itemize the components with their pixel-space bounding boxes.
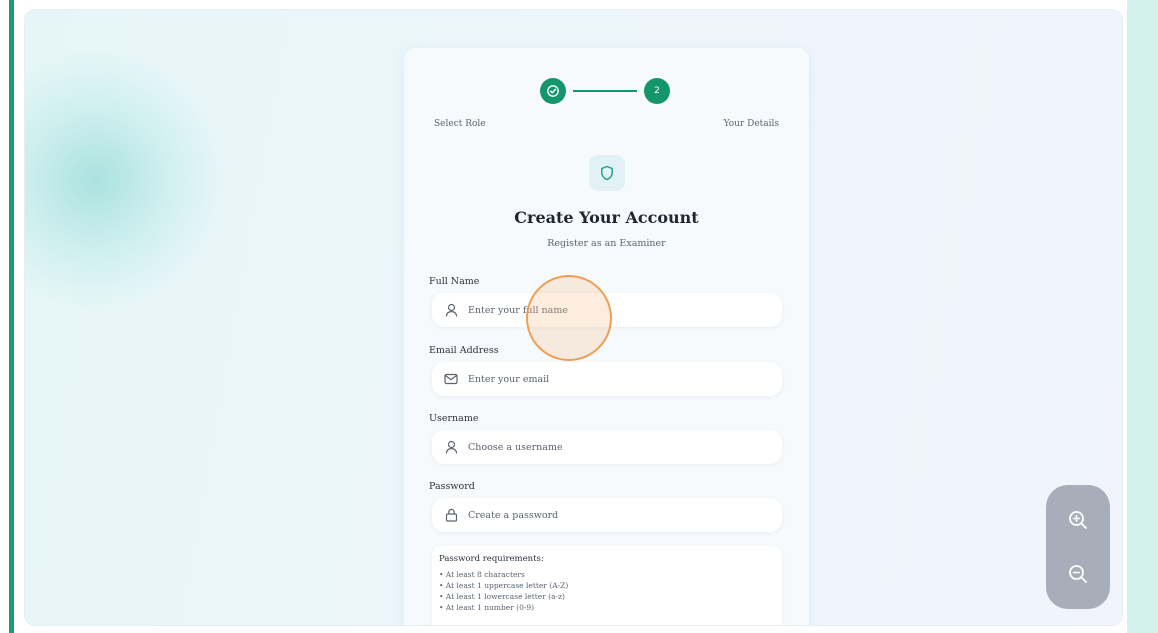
lock-icon (444, 508, 458, 522)
step-2-label: Your Details (723, 119, 779, 129)
password-requirements: Password requirements: • At least 8 char… (432, 546, 782, 625)
username-input[interactable] (468, 441, 748, 453)
requirement-item: • At least 1 lowercase letter (a-z) (439, 592, 565, 601)
zoom-out-icon (1069, 565, 1087, 583)
step-1-complete (540, 78, 566, 104)
full-name-input[interactable] (468, 304, 748, 316)
background-glow (25, 50, 225, 310)
page-canvas: 2 Select Role Your Details Create Your A… (25, 10, 1122, 625)
requirement-item: • At least 1 number (0-9) (439, 603, 535, 612)
step-1-label: Select Role (434, 119, 486, 129)
left-accent-bar (9, 0, 14, 633)
zoom-in-button[interactable] (1063, 505, 1093, 535)
page-subtitle: Register as an Examiner (547, 238, 666, 249)
username-label: Username (429, 413, 479, 424)
zoom-out-button[interactable] (1063, 559, 1093, 589)
registration-card: 2 Select Role Your Details Create Your A… (404, 48, 809, 625)
password-label: Password (429, 481, 475, 492)
email-field[interactable] (432, 362, 782, 396)
check-circle-icon (547, 85, 559, 97)
user-icon (444, 303, 458, 317)
password-input[interactable] (468, 509, 748, 521)
mail-icon (444, 372, 458, 386)
zoom-in-icon (1069, 511, 1087, 529)
shield-badge (589, 155, 625, 191)
requirement-item: • At least 8 characters (439, 570, 525, 579)
step-2-number: 2 (654, 86, 660, 96)
step-connector (573, 90, 637, 92)
right-side-strip (1127, 0, 1158, 633)
requirements-title: Password requirements: (439, 554, 544, 564)
password-field[interactable] (432, 498, 782, 532)
shield-icon (601, 165, 613, 181)
full-name-field[interactable] (432, 293, 782, 327)
zoom-controls (1046, 485, 1110, 609)
username-field[interactable] (432, 430, 782, 464)
full-name-label: Full Name (429, 276, 480, 287)
user-icon (444, 440, 458, 454)
email-label: Email Address (429, 345, 499, 356)
step-2-current: 2 (644, 78, 670, 104)
page-title: Create Your Account (514, 208, 699, 227)
requirement-item: • At least 1 uppercase letter (A-Z) (439, 581, 569, 590)
email-input[interactable] (468, 373, 748, 385)
